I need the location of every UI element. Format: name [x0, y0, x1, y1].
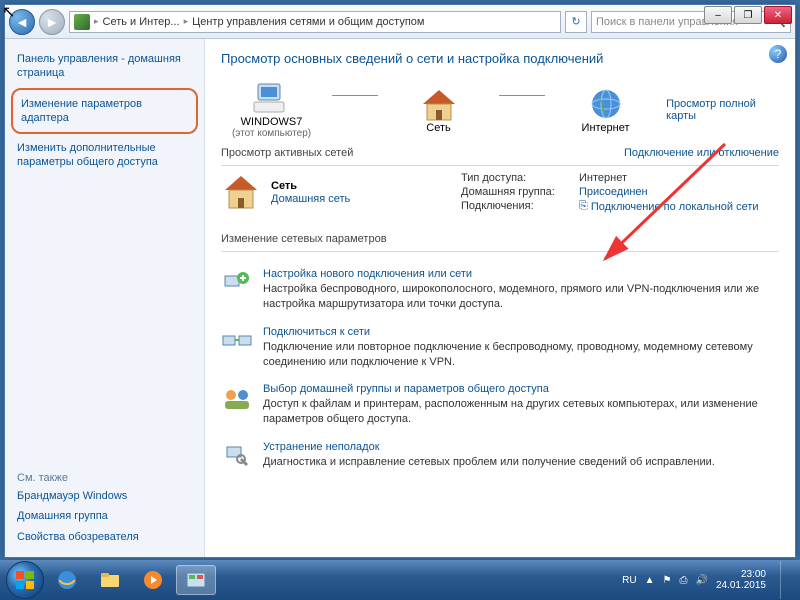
connection-details: Тип доступа: Интернет Домашняя группа: При…	[461, 172, 779, 215]
option-desc: Подключение или повторное подключение к …	[263, 340, 779, 370]
window-controls: – ❐ ✕	[704, 6, 792, 24]
network-map: WINDOWS7 (этот компьютер) Сеть Интернет	[221, 80, 779, 139]
system-tray: RU ▲ ⚑ ⎙ 🔊 23:00 24.01.2015	[622, 561, 794, 599]
refresh-button[interactable]: ↻	[565, 11, 587, 33]
breadcrumb-sep-icon: ▸	[184, 16, 189, 27]
window-body: Панель управления - домашняя страница Из…	[5, 39, 795, 557]
connect-network-icon	[221, 326, 253, 358]
option-title[interactable]: Настройка нового подключения или сети	[263, 268, 472, 280]
node-this-computer[interactable]: WINDOWS7 (этот компьютер)	[221, 80, 322, 139]
tray-flag-icon[interactable]: ▲	[645, 575, 655, 586]
explorer-window: ◄ ► ▸ Сеть и Интер... ▸ Центр управления…	[4, 4, 796, 558]
sidebar-adapter-settings[interactable]: Изменение параметров адаптера	[21, 94, 188, 129]
homegroup-label: Домашняя группа:	[461, 186, 571, 198]
connections-label: Подключения:	[461, 200, 571, 213]
connect-disconnect-link[interactable]: Подключение или отключение	[624, 147, 779, 159]
sidebar-control-panel-home[interactable]: Панель управления - домашняя страница	[17, 49, 192, 84]
option-desc: Доступ к файлам и принтерам, расположенн…	[263, 397, 779, 427]
highlight-annotation: Изменение параметров адаптера	[11, 88, 198, 135]
page-title: Просмотр основных сведений о сети и наст…	[221, 51, 779, 66]
map-connector	[499, 95, 545, 96]
taskbar: RU ▲ ⚑ ⎙ 🔊 23:00 24.01.2015	[0, 560, 800, 600]
network-options: Настройка нового подключения или сети Нас…	[221, 268, 779, 473]
access-type-label: Тип доступа:	[461, 172, 571, 184]
back-button[interactable]: ◄	[9, 9, 35, 35]
node-internet[interactable]: Интернет	[555, 86, 656, 134]
option-title[interactable]: Выбор домашней группы и параметров общег…	[263, 383, 549, 395]
node-sublabel: (этот компьютер)	[232, 128, 311, 139]
tray-clock[interactable]: 23:00 24.01.2015	[716, 569, 766, 591]
option-connect-network[interactable]: Подключиться к сети Подключение или повто…	[221, 326, 779, 370]
navigation-bar: ◄ ► ▸ Сеть и Интер... ▸ Центр управления…	[5, 5, 795, 39]
active-network: Сеть Домашняя сеть	[221, 172, 441, 212]
node-label: Интернет	[582, 122, 630, 134]
view-full-map-link[interactable]: Просмотр полной карты	[666, 98, 756, 122]
taskbar-ie[interactable]	[47, 565, 87, 595]
taskbar-control-panel[interactable]	[176, 565, 216, 595]
breadcrumb-network[interactable]: Сеть и Интер...	[103, 16, 180, 28]
change-settings-label: Изменение сетевых параметров	[221, 233, 779, 245]
house-icon	[419, 86, 459, 122]
node-network[interactable]: Сеть	[388, 86, 489, 134]
tray-time: 23:00	[716, 569, 766, 580]
sidebar-firewall[interactable]: Брандмауэр Windows	[17, 486, 192, 506]
tray-action-center-icon[interactable]: ⚑	[663, 575, 672, 586]
network-name: Сеть	[271, 180, 350, 192]
tray-network-icon[interactable]: ⎙	[679, 575, 687, 586]
active-network-row: Сеть Домашняя сеть Тип доступа: Интернет …	[221, 172, 779, 215]
taskbar-media-player[interactable]	[133, 565, 173, 595]
taskbar-explorer[interactable]	[90, 565, 130, 595]
ethernet-icon: ⎘	[579, 200, 588, 213]
breadcrumb-sep-icon: ▸	[94, 16, 99, 27]
breadcrumb-current[interactable]: Центр управления сетями и общим доступом	[192, 16, 424, 28]
node-label: Сеть	[426, 122, 450, 134]
tray-date: 24.01.2015	[716, 580, 766, 591]
close-button[interactable]: ✕	[764, 6, 792, 24]
network-type-link[interactable]: Домашняя сеть	[271, 193, 350, 205]
option-homegroup-sharing[interactable]: Выбор домашней группы и параметров общег…	[221, 383, 779, 427]
sidebar-homegroup[interactable]: Домашняя группа	[17, 506, 192, 526]
control-panel-icon	[74, 14, 90, 30]
option-title[interactable]: Подключиться к сети	[263, 326, 370, 338]
sidebar-internet-options[interactable]: Свойства обозревателя	[17, 527, 192, 547]
language-indicator[interactable]: RU	[622, 575, 636, 586]
sidebar-advanced-sharing[interactable]: Изменить дополнительные параметры общего…	[17, 138, 192, 173]
globe-icon	[586, 86, 626, 122]
computer-icon	[252, 80, 292, 116]
maximize-button[interactable]: ❐	[734, 6, 762, 24]
show-desktop-button[interactable]	[780, 561, 790, 599]
tray-volume-icon[interactable]: 🔊	[695, 575, 707, 586]
node-label: WINDOWS7	[241, 116, 303, 128]
main-content: ? Просмотр основных сведений о сети и на…	[205, 39, 795, 557]
new-connection-icon	[221, 268, 253, 300]
homegroup-icon	[221, 383, 253, 415]
option-desc: Настройка беспроводного, широкополосного…	[263, 282, 779, 312]
start-button[interactable]	[6, 561, 44, 599]
help-icon[interactable]: ?	[769, 45, 787, 63]
minimize-button[interactable]: –	[704, 6, 732, 24]
access-type-value: Интернет	[579, 172, 627, 184]
sidebar: Панель управления - домашняя страница Из…	[5, 39, 205, 557]
troubleshoot-icon	[221, 441, 253, 473]
map-connector	[332, 95, 378, 96]
option-new-connection[interactable]: Настройка нового подключения или сети Нас…	[221, 268, 779, 312]
sidebar-see-also-label: См. также	[17, 472, 192, 484]
forward-button[interactable]: ►	[39, 9, 65, 35]
active-networks-label: Просмотр активных сетей Подключение или …	[221, 147, 779, 159]
option-desc: Диагностика и исправление сетевых пробле…	[263, 455, 715, 470]
option-title[interactable]: Устранение неполадок	[263, 441, 380, 453]
connection-link[interactable]: ⎘Подключение по локальной сети	[579, 200, 759, 213]
option-troubleshoot[interactable]: Устранение неполадок Диагностика и исправ…	[221, 441, 779, 473]
address-bar[interactable]: ▸ Сеть и Интер... ▸ Центр управления сет…	[69, 11, 561, 33]
homegroup-value[interactable]: Присоединен	[579, 186, 648, 198]
house-icon	[221, 172, 261, 212]
